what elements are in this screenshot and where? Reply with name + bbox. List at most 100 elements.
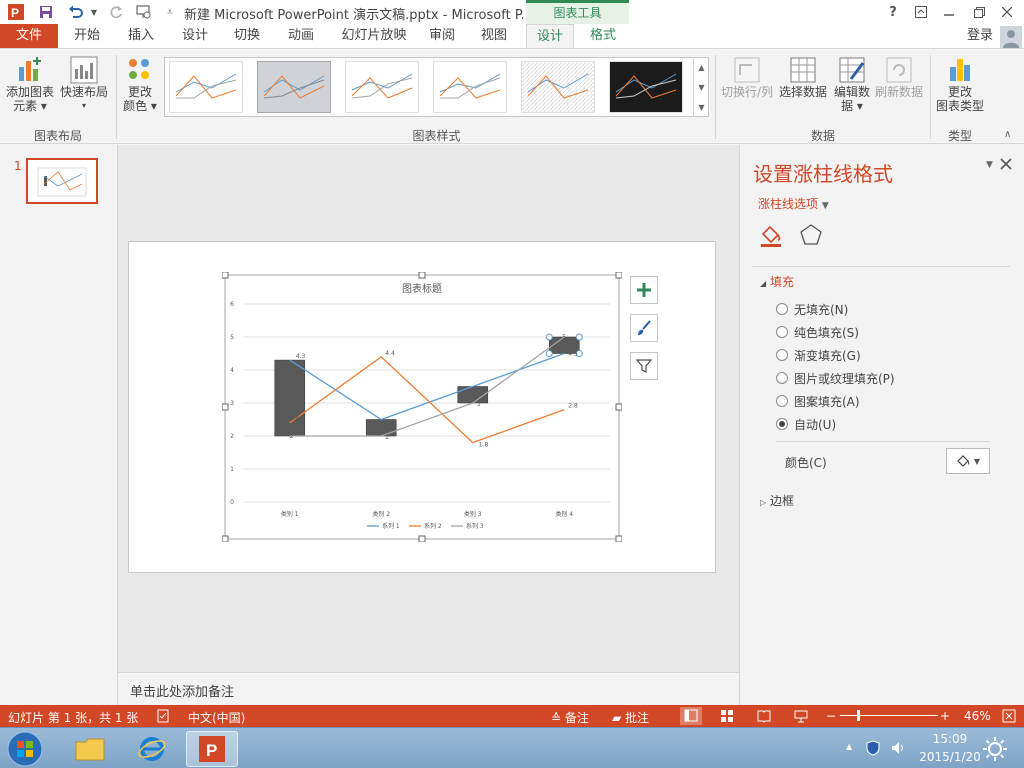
powerpoint-logo-icon[interactable]: P (6, 2, 26, 22)
window-title: 新建 Microsoft PowerPoint 演示文稿.pptx - Micr… (184, 8, 534, 23)
notes-placeholder[interactable]: 单击此处添加备注 (130, 681, 234, 700)
change-colors-button[interactable]: 更改 颜色 ▾ (120, 55, 160, 113)
redo-icon[interactable] (106, 2, 126, 22)
zoom-out-button[interactable]: − (826, 709, 836, 723)
change-chart-type-button[interactable]: 更改 图表类型 (934, 55, 986, 113)
chart-style-2[interactable] (257, 61, 331, 113)
comments-toggle[interactable]: ▰ 批注 (612, 709, 649, 726)
start-button-icon[interactable] (6, 730, 44, 768)
chart-style-3[interactable] (345, 61, 419, 113)
tab-home[interactable]: 开始 (62, 24, 112, 48)
close-pane-icon[interactable] (1000, 158, 1012, 173)
up-bars-options-dropdown[interactable]: 涨柱线选项 ▼ (758, 195, 829, 212)
selection-handle (575, 333, 583, 341)
chart-style-4[interactable] (433, 61, 507, 113)
radio-solid[interactable] (776, 326, 788, 338)
internet-explorer-icon[interactable] (126, 731, 178, 767)
volume-icon[interactable] (890, 740, 906, 759)
gallery-scroll[interactable]: ▲ ▼ ▼ (693, 57, 709, 117)
tab-chart-design[interactable]: 设计 (526, 24, 574, 48)
show-hidden-icons[interactable]: ▲ (846, 742, 852, 751)
tab-slideshow[interactable]: 幻灯片放映 (334, 24, 414, 48)
restore-icon[interactable] (966, 2, 992, 22)
slideshow-view-icon[interactable] (794, 709, 808, 726)
zoom-level[interactable]: 46% (964, 709, 991, 723)
slide-sorter-view-icon[interactable] (720, 709, 734, 726)
add-chart-element-button[interactable]: 添加图表 元素 ▾ (4, 55, 56, 113)
notes-pane[interactable]: 单击此处添加备注 (118, 672, 739, 705)
spellcheck-icon[interactable] (156, 709, 170, 726)
tab-file[interactable]: 文件 (0, 24, 58, 48)
tab-animations[interactable]: 动画 (276, 24, 326, 48)
tab-review[interactable]: 审阅 (418, 24, 466, 48)
sign-in-link[interactable]: 登录 (962, 24, 998, 48)
language-indicator[interactable]: 中文(中国) (188, 709, 245, 726)
reading-view-icon[interactable] (757, 709, 771, 726)
radio-gradient[interactable] (776, 349, 788, 361)
minimize-icon[interactable] (936, 2, 962, 22)
tab-design[interactable]: 设计 (170, 24, 220, 48)
slideshow-icon[interactable] (134, 2, 154, 22)
ribbon-display-options-icon[interactable] (908, 2, 934, 22)
chart-filters-button[interactable] (630, 352, 658, 380)
powerpoint-taskbar-icon[interactable]: P (186, 731, 238, 767)
radio-picture[interactable] (776, 372, 788, 384)
brush-icon (638, 320, 651, 335)
chart-style-1[interactable] (169, 61, 243, 113)
fill-option-solid[interactable]: 纯色填充(S) (776, 323, 859, 341)
chart-styles-button[interactable] (630, 314, 658, 342)
radio-pattern[interactable] (776, 395, 788, 407)
chart-elements-button[interactable] (630, 276, 658, 304)
file-explorer-icon[interactable] (64, 731, 116, 767)
undo-icon[interactable] (66, 2, 86, 22)
chart-style-5[interactable] (521, 61, 595, 113)
refresh-data-button[interactable]: 刷新数据 (872, 55, 926, 99)
close-window-icon[interactable] (994, 2, 1020, 22)
fill-option-automatic[interactable]: 自动(U) (776, 415, 836, 433)
select-data-button[interactable]: 选择数据 (776, 55, 830, 99)
switch-row-column-button[interactable]: 切换行/列 (720, 55, 774, 99)
tab-chart-format[interactable]: 格式 (578, 24, 628, 48)
title-bar: P ▼ ⩡ 新建 Microsoft PowerPoint 演示文稿.pptx … (0, 0, 1024, 24)
undo-dropdown-icon[interactable]: ▼ (84, 2, 104, 22)
clock-time[interactable]: 15:09 (920, 732, 980, 746)
fill-option-picture[interactable]: 图片或纹理填充(P) (776, 369, 895, 387)
zoom-slider-track[interactable] (840, 715, 938, 716)
edit-data-icon (839, 57, 865, 83)
avatar[interactable] (1000, 26, 1022, 48)
fit-to-window-icon[interactable] (1002, 709, 1016, 726)
notes-toggle[interactable]: ≙ 备注 (551, 709, 589, 726)
quick-layout-button[interactable]: 快速布局 ▾ (58, 55, 110, 113)
save-icon[interactable] (36, 2, 56, 22)
radio-automatic[interactable] (776, 418, 788, 430)
border-section-header[interactable]: ▷ 边框 (760, 492, 794, 509)
customize-toolbar-icon[interactable]: ⩡ (160, 2, 180, 22)
collapse-ribbon-icon[interactable]: ∧ (1004, 129, 1011, 140)
pane-options-dropdown-icon[interactable]: ▼ (986, 160, 993, 170)
chart-style-6[interactable] (609, 61, 683, 113)
effects-pentagon-icon[interactable] (798, 222, 824, 251)
switch-row-column-icon (734, 57, 760, 83)
fill-option-none[interactable]: 无填充(N) (776, 300, 848, 318)
tab-view[interactable]: 视图 (470, 24, 518, 48)
zoom-slider-thumb[interactable] (857, 710, 860, 721)
zoom-in-button[interactable]: + (940, 709, 950, 723)
resize-handle (222, 403, 229, 411)
line-chart[interactable]: 图表标题 0 1 2 3 4 5 6 4.3 2.4 2 4.4 2 3 1.8 5 4.5 2.8 类别 1… (222, 272, 622, 542)
help-button[interactable]: ? (880, 2, 906, 22)
tab-insert[interactable]: 插入 (116, 24, 166, 48)
brightness-icon[interactable] (982, 736, 1008, 765)
tab-transitions[interactable]: 切换 (222, 24, 272, 48)
normal-view-icon[interactable] (680, 707, 702, 725)
fill-option-gradient[interactable]: 渐变填充(G) (776, 346, 861, 364)
slide-thumbnail-1[interactable] (26, 158, 98, 204)
fill-option-pattern[interactable]: 图案填充(A) (776, 392, 860, 410)
clock-date[interactable]: 2015/1/20 (912, 750, 988, 764)
resize-handle (222, 272, 229, 279)
radio-none[interactable] (776, 303, 788, 315)
fill-section-header[interactable]: ◢ 填充 (760, 273, 794, 290)
fill-and-line-icon[interactable] (758, 222, 784, 251)
fill-color-picker[interactable]: ▼ (946, 448, 990, 474)
security-shield-icon[interactable] (866, 740, 880, 759)
edit-data-button[interactable]: 编辑数 据 ▾ (830, 55, 874, 113)
